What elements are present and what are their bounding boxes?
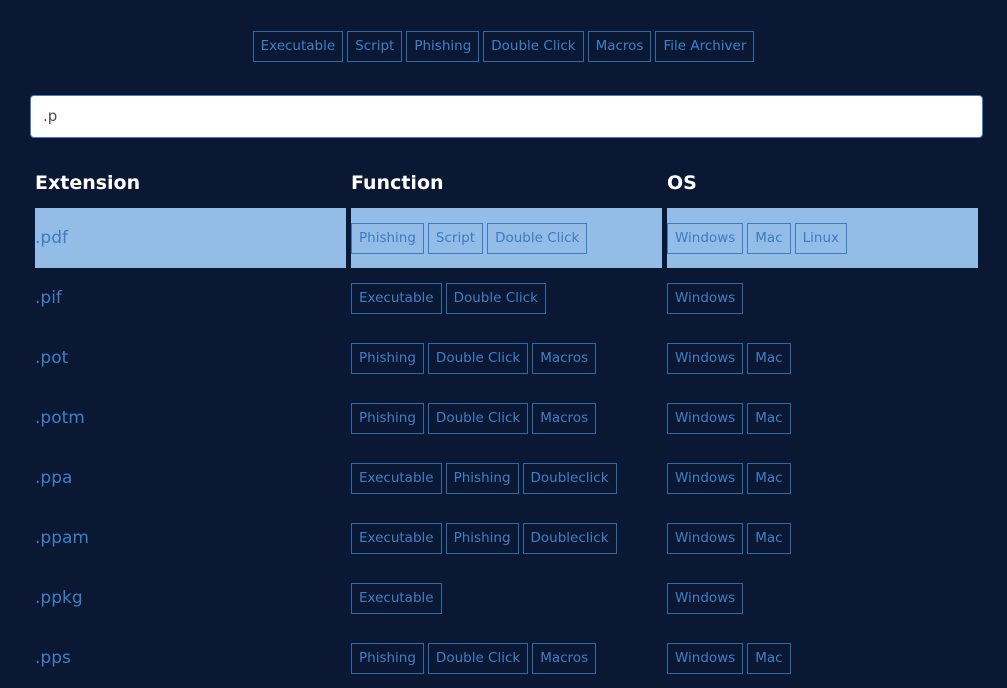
filter-tag[interactable]: File Archiver [655, 31, 755, 62]
function-tag[interactable]: Executable [351, 522, 442, 554]
extension-cell[interactable]: .pdf [35, 208, 346, 268]
function-tag[interactable]: Phishing [445, 462, 519, 494]
filter-tag[interactable]: Script [347, 31, 403, 62]
table-row[interactable]: .pif Executable Double Click Windows [35, 268, 978, 328]
function-cell: Executable [351, 568, 662, 628]
os-tag[interactable]: Windows [667, 342, 744, 374]
function-tag[interactable]: Phishing [351, 642, 424, 674]
os-tag[interactable]: Mac [747, 402, 791, 434]
os-tag[interactable]: Windows [667, 222, 744, 254]
extension-cell[interactable]: .pot [35, 328, 346, 388]
os-cell: Windows Mac [667, 388, 978, 448]
os-tag[interactable]: Mac [747, 222, 791, 254]
function-cell: Executable Phishing Doubleclick [351, 448, 662, 508]
os-tag[interactable]: Linux [794, 222, 847, 254]
function-cell: Phishing Double Click Macros [351, 628, 662, 688]
os-tag[interactable]: Windows [667, 402, 744, 434]
function-tag[interactable]: Script [427, 222, 484, 254]
function-tag[interactable]: Double Click [427, 642, 529, 674]
function-tag[interactable]: Executable [351, 462, 442, 494]
function-tag[interactable]: Phishing [351, 342, 424, 374]
table-row[interactable]: .ppa Executable Phishing Doubleclick Windows… [35, 448, 978, 508]
os-tag[interactable]: Mac [747, 462, 791, 494]
extension-cell[interactable]: .pps [35, 628, 346, 688]
function-tag[interactable]: Phishing [351, 222, 424, 254]
os-tag[interactable]: Windows [667, 582, 744, 614]
function-tag[interactable]: Double Click [445, 282, 546, 314]
os-tag[interactable]: Windows [667, 462, 744, 494]
search-input[interactable]: .p [30, 95, 983, 138]
table-row[interactable]: .potm Phishing Double Click Macros Windows Ma… [35, 388, 978, 448]
table-header: Extension Function OS [35, 169, 978, 197]
os-tag[interactable]: Windows [667, 522, 744, 554]
extension-table: .pdf Phishing Script Double Click Windows Mac… [35, 208, 978, 688]
function-tag[interactable]: Double Click [427, 342, 529, 374]
function-tag[interactable]: Executable [351, 582, 442, 614]
os-cell: Windows Mac [667, 328, 978, 388]
extension-cell[interactable]: .ppa [35, 448, 346, 508]
function-cell: Executable Double Click [351, 268, 662, 328]
os-cell: Windows Mac [667, 448, 978, 508]
function-tag[interactable]: Macros [532, 642, 597, 674]
function-tag[interactable]: Phishing [351, 402, 424, 434]
os-cell: Windows Mac [667, 628, 978, 688]
os-tag[interactable]: Windows [667, 642, 744, 674]
filter-tag[interactable]: Double Click [483, 31, 584, 62]
function-tag[interactable]: Phishing [445, 522, 519, 554]
filter-bar: Executable Script Phishing Double Click … [0, 31, 1007, 62]
table-row[interactable]: .ppam Executable Phishing Doubleclick Window… [35, 508, 978, 568]
filter-tag[interactable]: Phishing [406, 31, 480, 62]
column-header-os: OS [667, 172, 697, 194]
function-cell: Phishing Script Double Click [351, 208, 662, 268]
filter-tag[interactable]: Executable [252, 31, 344, 62]
extension-cell[interactable]: .ppam [35, 508, 346, 568]
table-row[interactable]: .pps Phishing Double Click Macros Windows Mac [35, 628, 978, 688]
column-header-extension: Extension [35, 172, 141, 194]
extension-cell[interactable]: .ppkg [35, 568, 346, 628]
function-cell: Phishing Double Click Macros [351, 388, 662, 448]
os-tag[interactable]: Mac [747, 342, 791, 374]
filter-tag[interactable]: Macros [587, 31, 652, 62]
function-tag[interactable]: Macros [532, 402, 597, 434]
extension-cell[interactable]: .potm [35, 388, 346, 448]
function-tag[interactable]: Macros [532, 342, 597, 374]
table-row[interactable]: .pot Phishing Double Click Macros Windows Mac [35, 328, 978, 388]
column-header-function: Function [351, 172, 444, 194]
table-row[interactable]: .pdf Phishing Script Double Click Windows Mac… [35, 208, 978, 268]
os-cell: Windows [667, 268, 978, 328]
os-cell: Windows Mac Linux [667, 208, 978, 268]
function-tag[interactable]: Double Click [487, 222, 588, 254]
function-tag[interactable]: Doubleclick [522, 462, 617, 494]
os-cell: Windows Mac [667, 508, 978, 568]
function-cell: Phishing Double Click Macros [351, 328, 662, 388]
os-tag[interactable]: Windows [667, 282, 744, 314]
os-cell: Windows [667, 568, 978, 628]
function-tag[interactable]: Doubleclick [522, 522, 617, 554]
function-tag[interactable]: Double Click [427, 402, 529, 434]
table-row[interactable]: .ppkg Executable Windows [35, 568, 978, 628]
os-tag[interactable]: Mac [747, 642, 791, 674]
extension-cell[interactable]: .pif [35, 268, 346, 328]
function-tag[interactable]: Executable [351, 282, 442, 314]
function-cell: Executable Phishing Doubleclick [351, 508, 662, 568]
os-tag[interactable]: Mac [747, 522, 791, 554]
